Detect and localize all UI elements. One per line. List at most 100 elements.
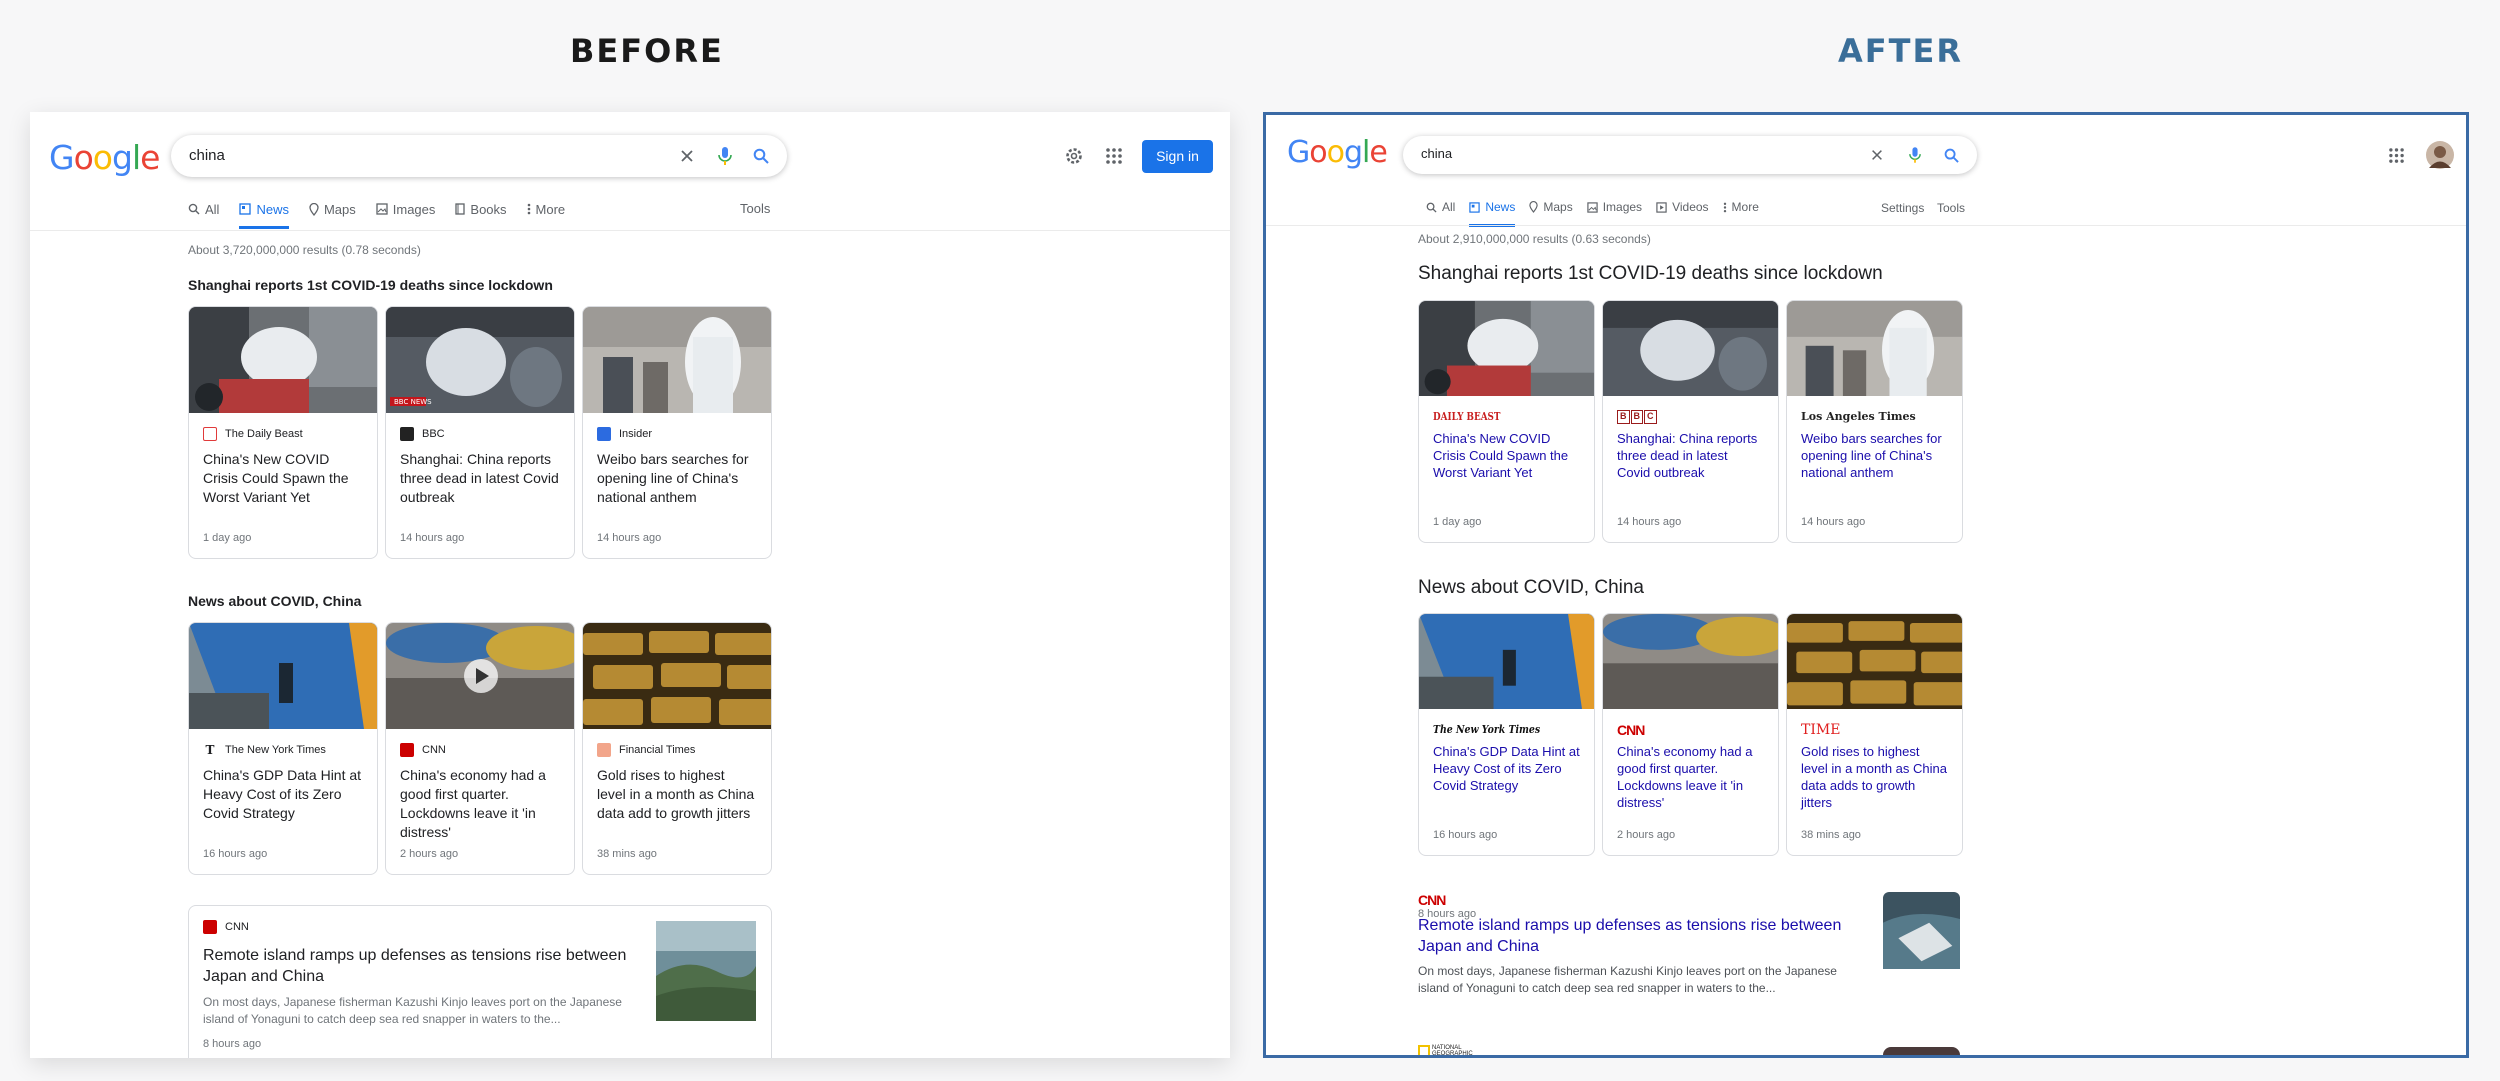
- search-box[interactable]: china: [1403, 136, 1977, 174]
- tab-maps[interactable]: Maps: [309, 193, 356, 225]
- source-favicon: [400, 427, 414, 441]
- card-time: 14 hours ago: [597, 532, 662, 544]
- news-card[interactable]: Los Angeles Times Weibo bars searches fo…: [1786, 300, 1963, 543]
- tab-more[interactable]: More: [527, 193, 565, 225]
- search-query[interactable]: china: [1421, 146, 1452, 161]
- card-title[interactable]: China's GDP Data Hint at Heavy Cost of i…: [1433, 743, 1580, 794]
- publisher-logo: DAILY BEAST: [1433, 410, 1501, 423]
- news-card[interactable]: CNN China's economy had a good first qua…: [1602, 613, 1779, 856]
- search-icon[interactable]: [1937, 136, 1965, 174]
- tab-maps[interactable]: Maps: [1529, 191, 1573, 223]
- tab-books[interactable]: Books: [455, 193, 507, 225]
- article-time: 8 hours ago: [203, 1038, 262, 1050]
- mic-icon[interactable]: [1901, 136, 1929, 174]
- news-thumbnail: [583, 623, 771, 729]
- google-logo[interactable]: Google: [49, 138, 160, 177]
- news-icon: [1469, 201, 1481, 213]
- card-title[interactable]: China's GDP Data Hint at Heavy Cost of i…: [203, 766, 363, 823]
- news-card[interactable]: CNN China's economy had a good first qua…: [385, 622, 575, 875]
- tab-images[interactable]: Images: [376, 193, 435, 225]
- news-card[interactable]: BBC NEWS BBC Shanghai: China reports thr…: [385, 306, 575, 559]
- search-tabs: All News Maps Images Books More: [188, 193, 585, 229]
- card-title[interactable]: China's economy had a good first quarter…: [400, 766, 560, 842]
- card-title[interactable]: China's New COVID Crisis Could Spawn the…: [203, 450, 363, 507]
- publisher-logo: TIME: [1801, 722, 1841, 738]
- tab-all[interactable]: All: [188, 193, 219, 225]
- card-title[interactable]: China's New COVID Crisis Could Spawn the…: [1433, 430, 1580, 481]
- tab-videos[interactable]: Videos: [1656, 191, 1709, 223]
- card-title[interactable]: Weibo bars searches for opening line of …: [1801, 430, 1948, 481]
- tab-all[interactable]: All: [1426, 191, 1455, 223]
- source-name: CNN: [422, 744, 446, 756]
- news-card[interactable]: DAILY BEAST China's New COVID Crisis Cou…: [1418, 300, 1595, 543]
- tools-button[interactable]: Tools: [740, 201, 770, 216]
- card-title[interactable]: Shanghai: China reports three dead in la…: [1617, 430, 1764, 481]
- sign-in-button[interactable]: Sign in: [1142, 140, 1213, 173]
- news-thumbnail: [1787, 614, 1962, 709]
- natgeo-logo-icon: [1418, 1045, 1430, 1055]
- search-icon: [1426, 202, 1437, 213]
- map-pin-icon: [309, 202, 319, 216]
- news-thumbnail: [1787, 301, 1962, 396]
- search-icon[interactable]: [747, 135, 775, 177]
- news-icon: [239, 203, 252, 215]
- tab-images[interactable]: Images: [1587, 191, 1642, 223]
- clear-icon[interactable]: [673, 135, 701, 177]
- news-card[interactable]: TIME Gold rises to highest level in a mo…: [1786, 613, 1963, 856]
- tab-news[interactable]: News: [1469, 191, 1516, 227]
- publisher-logo: NATIONAL GEOGRAPHIC: [1432, 1045, 1473, 1057]
- news-thumbnail: [1603, 614, 1778, 709]
- card-time: 1 day ago: [203, 532, 252, 544]
- article-title[interactable]: Remote island ramps up defenses as tensi…: [203, 945, 643, 987]
- news-card[interactable]: Insider Weibo bars searches for opening …: [582, 306, 772, 559]
- card-title[interactable]: Gold rises to highest level in a month a…: [1801, 743, 1948, 811]
- article-title[interactable]: Remote island ramps up defenses as tensi…: [1418, 915, 1863, 957]
- settings-link[interactable]: Settings: [1881, 201, 1924, 215]
- card-title[interactable]: Gold rises to highest level in a month a…: [597, 766, 757, 823]
- news-card[interactable]: Financial Times Gold rises to highest le…: [582, 622, 772, 875]
- map-pin-icon: [1529, 201, 1539, 213]
- more-vert-icon: [527, 203, 530, 215]
- after-heading: AFTER: [1838, 32, 1963, 70]
- tabs-divider: [30, 230, 1230, 231]
- tools-button[interactable]: Tools: [1937, 201, 1965, 215]
- source-favicon: [400, 743, 414, 757]
- source-favicon: [203, 920, 217, 934]
- news-card[interactable]: The New York Times China's GDP Data Hint…: [1418, 613, 1595, 856]
- apps-grid-icon[interactable]: [2389, 148, 2404, 163]
- article-card[interactable]: CNN Remote island ramps up defenses as t…: [188, 905, 772, 1058]
- card-title[interactable]: Shanghai: China reports three dead in la…: [400, 450, 560, 507]
- avatar[interactable]: [2426, 141, 2454, 169]
- apps-grid-icon[interactable]: [1106, 148, 1122, 164]
- google-logo[interactable]: Google: [1287, 135, 1388, 170]
- card-title[interactable]: China's economy had a good first quarter…: [1617, 743, 1764, 811]
- clear-icon[interactable]: [1863, 136, 1891, 174]
- news-card[interactable]: BBC Shanghai: China reports three dead i…: [1602, 300, 1779, 543]
- tab-news[interactable]: News: [239, 193, 289, 229]
- search-box[interactable]: china: [171, 135, 787, 177]
- news-thumbnail: [189, 307, 377, 413]
- source-name: Financial Times: [619, 744, 696, 756]
- source-name: CNN: [225, 921, 249, 933]
- news-thumbnail: [1603, 301, 1778, 396]
- source-name: The Daily Beast: [225, 428, 303, 440]
- after-panel: Google china All News Maps Images Videos…: [1263, 112, 2469, 1058]
- search-query[interactable]: china: [189, 147, 225, 164]
- source-favicon: [597, 743, 611, 757]
- news-card[interactable]: T The New York Times China's GDP Data Hin…: [188, 622, 378, 875]
- section-title: News about COVID, China: [188, 593, 362, 609]
- card-title[interactable]: Weibo bars searches for opening line of …: [597, 450, 757, 507]
- news-thumbnail: [1419, 614, 1594, 709]
- news-card[interactable]: The Daily Beast China's New COVID Crisis…: [188, 306, 378, 559]
- card-time: 14 hours ago: [1617, 516, 1682, 528]
- article-result[interactable]: CNN Remote island ramps up defenses as t…: [1418, 892, 1966, 1032]
- image-icon: [376, 203, 388, 215]
- publisher-logo: The New York Times: [1433, 723, 1541, 736]
- news-thumbnail: [189, 623, 377, 729]
- source-name: BBC: [422, 428, 445, 440]
- article-thumbnail: [1883, 892, 1960, 969]
- mic-icon[interactable]: [711, 135, 739, 177]
- article-thumbnail: [656, 921, 756, 1021]
- settings-gear-icon[interactable]: [1064, 146, 1084, 166]
- tab-more[interactable]: More: [1723, 191, 1759, 223]
